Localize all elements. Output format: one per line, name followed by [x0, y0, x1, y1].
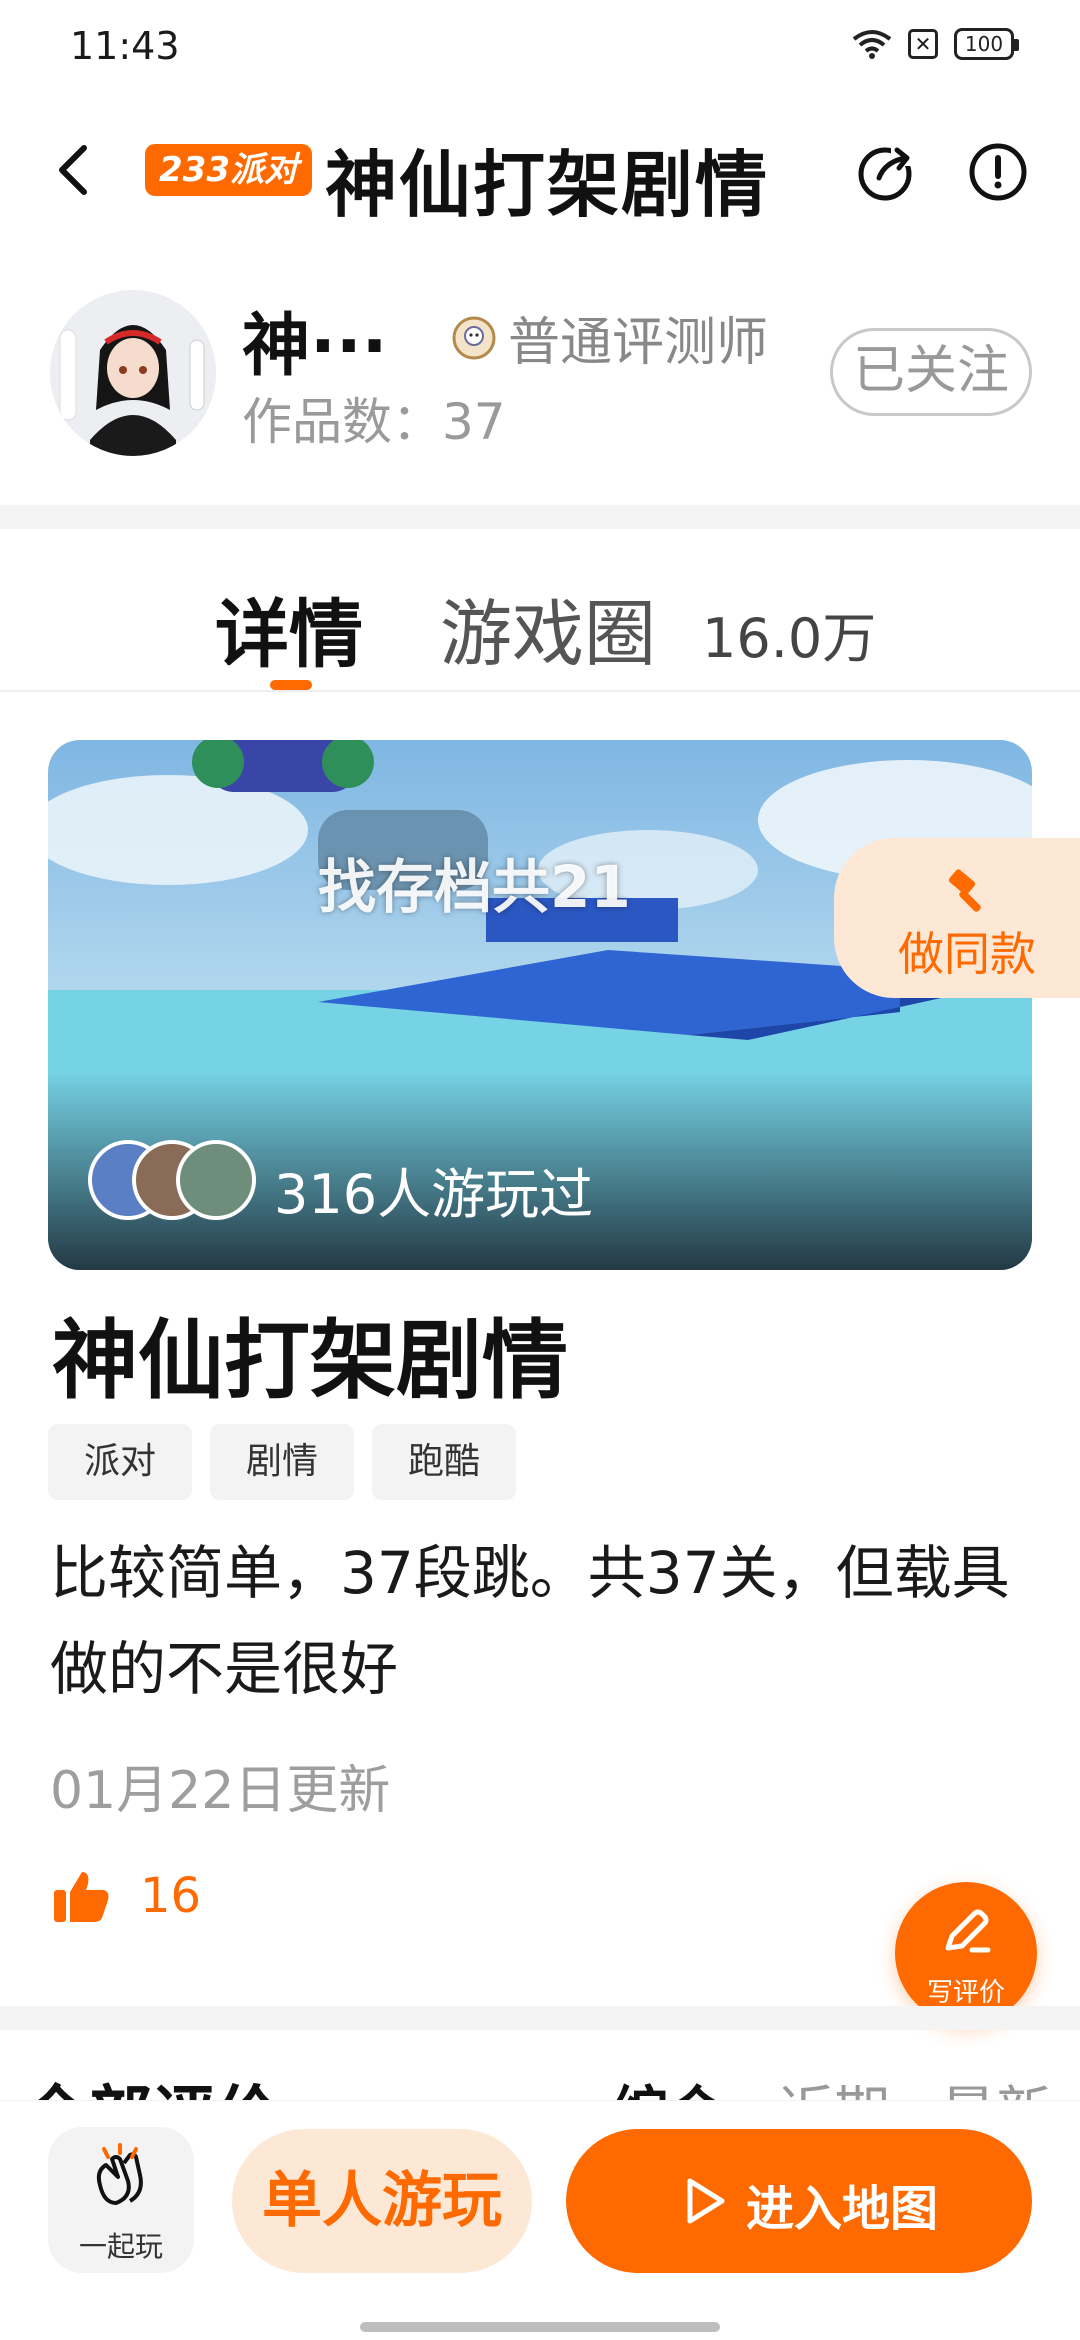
review-header: 全部评价 综合 近期 最新: [0, 2030, 1080, 2100]
write-review-button[interactable]: 写评价: [895, 1882, 1037, 2024]
make-same-label: 做同款: [898, 927, 1036, 981]
game-banner[interactable]: 找存档共21 316人游玩过: [48, 740, 1032, 1270]
back-icon[interactable]: [40, 130, 110, 210]
update-date: 01月22日更新: [50, 1761, 391, 1821]
divider: [0, 505, 1080, 529]
author-name[interactable]: 神···: [242, 290, 388, 389]
player-avatars: [88, 1140, 258, 1220]
sim-icon: ✕: [908, 29, 938, 59]
game-title: 神仙打架剧情: [52, 1311, 568, 1411]
thumbs-up-icon: [54, 1872, 109, 1922]
tag[interactable]: 跑酷: [372, 1424, 517, 1500]
tag[interactable]: 派对: [48, 1424, 193, 1500]
enter-map-button[interactable]: 进入地图: [566, 2129, 1032, 2273]
played-count: 316人游玩过: [274, 1163, 594, 1226]
game-description: 比较简单，37段跳。共37关，但载具做的不是很好: [50, 1539, 1010, 1703]
tab-detail[interactable]: 详情: [215, 575, 363, 682]
avatar-illustration: [50, 290, 216, 456]
tag-list: 派对 剧情 跑酷: [48, 1424, 517, 1500]
share-icon[interactable]: [855, 140, 919, 204]
write-review-label: 写评价: [926, 1978, 1005, 2008]
status-bar: 11:43 ✕ 100: [0, 0, 1080, 96]
tab-game-circle[interactable]: 游戏圈: [440, 575, 656, 680]
status-time: 11:43: [70, 24, 180, 68]
play-together-button[interactable]: 一起玩: [48, 2127, 194, 2273]
bottom-action-bar: 一起玩 单人游玩 进入地图: [0, 2100, 1080, 2340]
sort-option-overall[interactable]: 综合: [612, 2068, 724, 2100]
like-count: 16: [140, 1868, 202, 1924]
reviewer-badge: 普通评测师: [450, 300, 768, 375]
sort-option-recent[interactable]: 近期: [778, 2068, 890, 2100]
like-button[interactable]: 16: [52, 1868, 201, 1924]
reviewer-badge-icon: [452, 316, 496, 359]
banner-caption: 找存档共21: [318, 853, 631, 921]
tag[interactable]: 剧情: [210, 1424, 355, 1500]
info-icon[interactable]: [966, 140, 1030, 204]
avatar: [176, 1140, 256, 1220]
hammer-icon: [948, 869, 981, 912]
title-bar: 233派对 神仙打架剧情: [0, 110, 1080, 230]
status-icons: ✕ 100: [852, 28, 1019, 60]
battery-icon: 100: [954, 28, 1019, 60]
enter-map-label: 进入地图: [746, 2181, 939, 2237]
divider: [0, 2006, 1080, 2030]
author-avatar[interactable]: [50, 290, 216, 456]
solo-play-button[interactable]: 单人游玩: [232, 2129, 532, 2273]
wifi-icon: [852, 30, 892, 59]
page-title: 神仙打架剧情: [325, 143, 770, 227]
make-same-button[interactable]: 做同款: [834, 838, 1080, 998]
play-icon: [687, 2178, 725, 2224]
work-count: 作品数：37: [242, 393, 506, 451]
follow-button[interactable]: 已关注: [830, 328, 1032, 416]
sort-option-latest[interactable]: 最新: [940, 2068, 1052, 2100]
party-badge: 233派对: [145, 144, 312, 196]
review-section-title: 全部评价: [24, 2065, 280, 2100]
tab-border: [0, 690, 1080, 692]
tab-game-circle-count: 16.0万: [702, 607, 877, 670]
reviewer-label: 普通评测师: [508, 313, 769, 373]
clap-icon: [96, 2143, 143, 2205]
tab-indicator: [270, 680, 312, 690]
home-indicator[interactable]: [360, 2322, 720, 2332]
pen-icon: [945, 1909, 991, 1953]
play-together-label: 一起玩: [78, 2230, 163, 2263]
